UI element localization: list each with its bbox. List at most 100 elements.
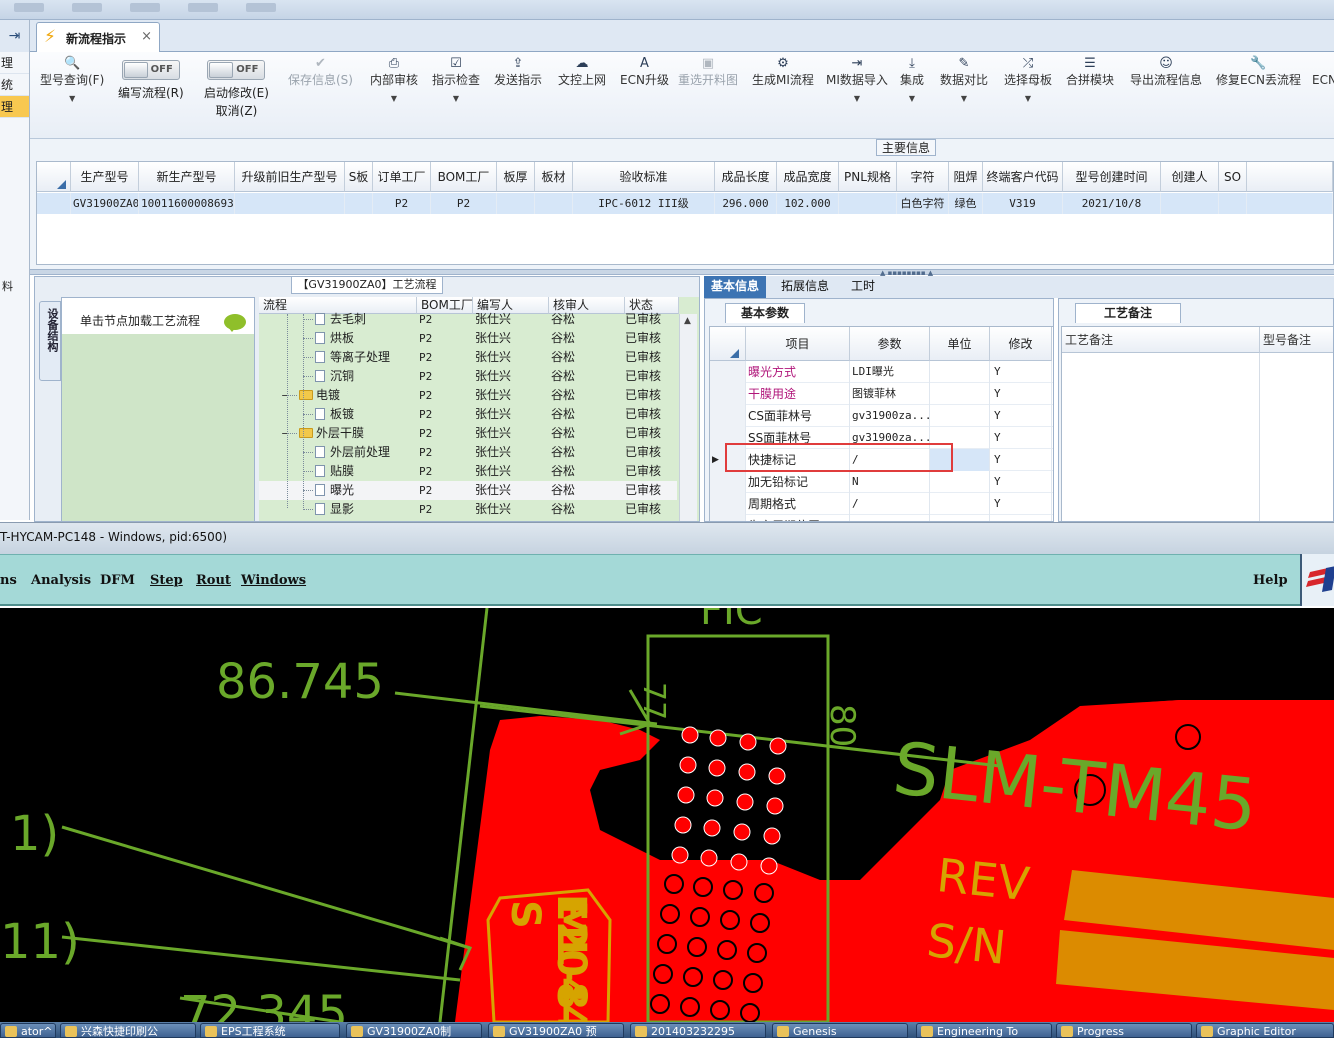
param-modify[interactable]: Y [990, 427, 1052, 449]
col-header[interactable]: 订单工厂 [373, 162, 431, 192]
col-header[interactable]: 阻焊 [949, 162, 983, 192]
node-panel[interactable]: 单击节点加载工艺流程 [61, 297, 255, 521]
chevron-down-icon[interactable]: ▼ [432, 94, 480, 103]
data-compare-button[interactable]: ✎ 数据对比 ▼ [940, 56, 988, 103]
grid-cell[interactable]: P2 [373, 193, 431, 214]
chevron-down-icon[interactable]: ▼ [370, 94, 418, 103]
param-modify[interactable]: Y [990, 493, 1052, 515]
tree-row[interactable]: 等离子处理 P2 张仕兴 谷松 已审核 [259, 348, 677, 367]
integrate-button[interactable]: ⤓ 集成 ▼ [900, 56, 924, 103]
generate-mi-button[interactable]: ⚙ 生成MI流程 [752, 56, 814, 88]
panel-splitter[interactable]: ▲ ▪▪▪▪▪▪▪▪ ▲ [30, 269, 1334, 277]
param-row[interactable]: 曝光方式 LDI曝光 Y [710, 361, 1053, 383]
close-icon[interactable]: × [141, 29, 152, 44]
col-header[interactable]: 生产型号 [71, 162, 139, 192]
col-header[interactable]: 新生产型号 [139, 162, 235, 192]
col-header[interactable]: 升级前旧生产型号 [235, 162, 345, 192]
notes-grid[interactable]: 工艺备注 型号备注 [1061, 326, 1333, 521]
tree-row[interactable]: 外层前处理 P2 张仕兴 谷松 已审核 [259, 443, 677, 462]
col-header[interactable]: S板 [345, 162, 373, 192]
param-col-header[interactable]: 单位 [930, 327, 990, 361]
tree-row[interactable]: 贴膜 P2 张仕兴 谷松 已审核 [259, 462, 677, 481]
grid-cell[interactable] [497, 193, 535, 214]
param-value[interactable]: / [850, 515, 930, 521]
col-header[interactable]: PNL规格 [839, 162, 897, 192]
param-modify[interactable]: Y [990, 471, 1052, 493]
row-header[interactable] [710, 361, 746, 383]
menu-step[interactable]: Step [150, 573, 183, 588]
col-header[interactable]: 板材 [535, 162, 573, 192]
param-modify[interactable]: Y [990, 515, 1052, 521]
basic-params-grid[interactable]: 项目 参数 单位 修改 曝光方式 LDI曝光 Y 干膜用途 图镀菲林 Y CS面菲林号 gv31900… [709, 326, 1053, 521]
tree-row[interactable]: 沉铜 P2 张仕兴 谷松 已审核 [259, 367, 677, 386]
row-header[interactable] [710, 405, 746, 427]
taskbar-item[interactable]: Graphic Editor [1196, 1023, 1334, 1038]
grid-cell[interactable]: P2 [431, 193, 497, 214]
tab-basic-info[interactable]: 基本信息 [704, 276, 767, 298]
param-value[interactable]: LDI曝光 [850, 361, 930, 383]
tree-row[interactable]: 曝光 P2 张仕兴 谷松 已审核 [259, 481, 677, 500]
grid-cell[interactable] [1161, 193, 1219, 214]
sidebar-item-1[interactable]: 理 [0, 52, 29, 74]
grid-cell[interactable]: 296.000 [715, 193, 777, 214]
row-header[interactable] [710, 471, 746, 493]
tab-work-hours[interactable]: 工时 [844, 276, 882, 298]
tree-row[interactable]: 板镀 P2 张仕兴 谷松 已审核 [259, 405, 677, 424]
tree-row[interactable]: 显影 P2 张仕兴 谷松 已审核 [259, 500, 677, 519]
taskbar-item[interactable]: EPS工程系统 [200, 1023, 340, 1038]
edit-flow-toggle[interactable]: OFF 编写流程(R) [118, 60, 184, 101]
main-info-grid[interactable]: ▶ 生产型号GV31900ZA0新生产型号10011600008693升级前旧生… [36, 161, 1334, 265]
param-unit[interactable] [930, 471, 990, 493]
taskbar-item[interactable]: GV31900ZA0制 [346, 1023, 482, 1038]
taskbar-item[interactable]: GV31900ZA0 预 [488, 1023, 624, 1038]
upload-doc-button[interactable]: ☁ 文控上网 [558, 56, 606, 88]
grid-cell[interactable]: GV31900ZA0 [71, 193, 139, 214]
row-header[interactable] [710, 383, 746, 405]
ecn-upgrade-button[interactable]: A ECN升级 [620, 56, 669, 88]
grid-cell[interactable]: 绿色 [949, 193, 983, 214]
chevron-down-icon[interactable]: ▼ [826, 94, 888, 103]
tab-extended-info[interactable]: 拓展信息 [774, 276, 836, 298]
grid-cell[interactable] [839, 193, 897, 214]
chevron-down-icon[interactable]: ▼ [1004, 94, 1052, 103]
menu-analysis[interactable]: Analysis [31, 573, 91, 588]
grid-cell[interactable]: V319 [983, 193, 1063, 214]
chevron-down-icon[interactable]: ▼ [900, 94, 924, 103]
param-row[interactable]: CS面菲林号 gv31900za... Y [710, 405, 1053, 427]
menu-options[interactable]: ns [0, 573, 17, 588]
col-header[interactable]: 成品宽度 [777, 162, 839, 192]
sidebar-item-bottom[interactable]: 料 [2, 278, 13, 294]
param-unit[interactable] [930, 361, 990, 383]
col-process-note[interactable]: 工艺备注 [1062, 327, 1260, 353]
tree-row[interactable]: 去毛刺 P2 张仕兴 谷松 已审核 [259, 310, 677, 329]
col-header[interactable]: 验收标准 [573, 162, 715, 192]
param-col-header[interactable]: 修改 [990, 327, 1052, 361]
genesis-canvas[interactable]: 86.745 72.345 1) 11) SLM-TM45 REV S/N E2… [0, 608, 1334, 1022]
select-motherboard-button[interactable]: ⤮ 选择母板 ▼ [1004, 56, 1052, 103]
taskbar-item[interactable]: Engineering To [916, 1023, 1052, 1038]
mi-import-button[interactable]: ⇥ MI数据导入 ▼ [826, 56, 888, 103]
col-header[interactable]: 成品长度 [715, 162, 777, 192]
param-value[interactable]: N [850, 471, 930, 493]
fix-ecn-button[interactable]: 🔧 修复ECN丢流程 [1216, 56, 1301, 88]
grid-cell[interactable] [535, 193, 573, 214]
start-modify-toggle[interactable]: OFF 启动修改(E) 取消(Z) [204, 60, 269, 119]
chevron-down-icon[interactable]: ▼ [940, 94, 988, 103]
param-row[interactable]: 加无铅标记 N Y [710, 471, 1053, 493]
param-modify[interactable]: Y [990, 383, 1052, 405]
param-unit[interactable] [930, 383, 990, 405]
taskbar-item[interactable]: Genesis [772, 1023, 908, 1038]
sidebar-collapse-icon[interactable]: ⇥ [0, 20, 29, 52]
merge-module-button[interactable]: ☰ 合拼模块 [1066, 56, 1114, 88]
param-modify[interactable]: Y [990, 361, 1052, 383]
param-row[interactable]: 干膜用途 图镀菲林 Y [710, 383, 1053, 405]
menu-dfm[interactable]: DFM [100, 573, 135, 588]
menu-rout[interactable]: Rout [196, 573, 231, 588]
model-query-button[interactable]: 🔍 型号查询(F) ▼ [40, 56, 104, 103]
instruction-check-button[interactable]: ☑ 指示检查 ▼ [432, 56, 480, 103]
param-value[interactable]: 图镀菲林 [850, 383, 930, 405]
col-header[interactable]: SO [1219, 162, 1247, 192]
internal-review-button[interactable]: ⎙ 内部审核 ▼ [370, 56, 418, 103]
row-header[interactable] [710, 515, 746, 521]
taskbar-item[interactable]: ator^ [0, 1023, 56, 1038]
